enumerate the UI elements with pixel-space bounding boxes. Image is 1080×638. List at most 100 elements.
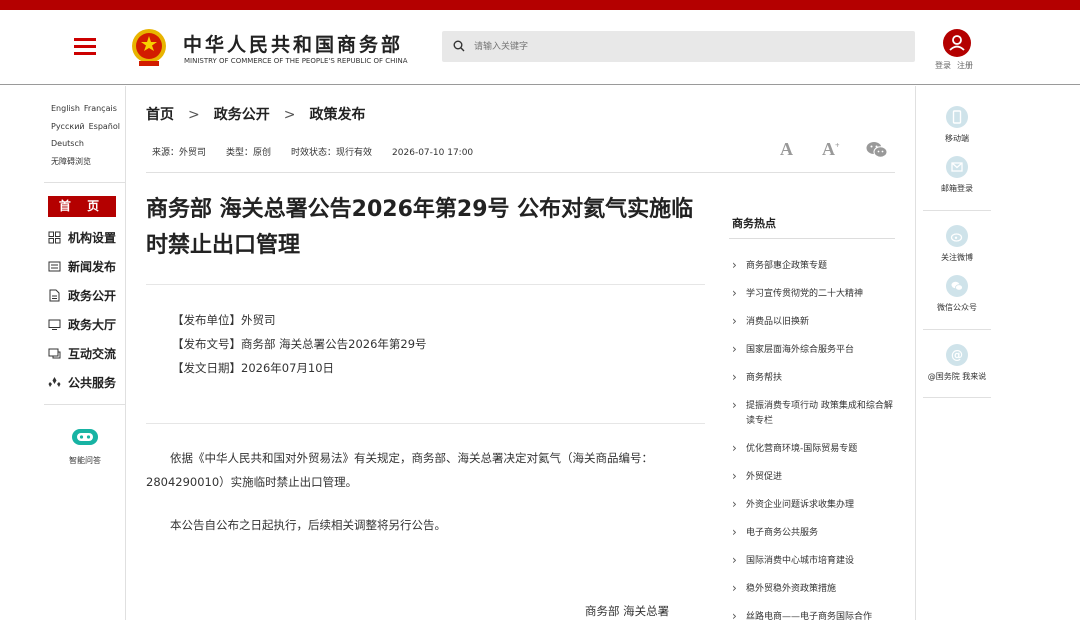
person-icon	[949, 35, 965, 51]
site-title[interactable]: 中华人民共和国商务部	[183, 30, 403, 57]
hot-topic-item[interactable]: 丝路电商——电子商务国际合作	[732, 609, 897, 625]
hot-topic-item[interactable]: 外资企业问题诉求收集办理	[732, 497, 897, 513]
divider	[923, 329, 991, 330]
breadcrumb-home[interactable]: 首页	[146, 107, 174, 123]
chevron-right-icon: >	[188, 107, 200, 123]
news-icon	[48, 261, 61, 272]
hot-topic-item[interactable]: 稳外贸稳外资政策措施	[732, 581, 897, 597]
divider	[146, 284, 705, 285]
lang-russian[interactable]: Русский	[51, 122, 85, 131]
nav-label: 政务大厅	[68, 318, 117, 332]
mail-label: 邮箱登录	[941, 184, 973, 193]
accessibility-link[interactable]: 无障碍浏览	[51, 157, 91, 166]
user-icon[interactable]	[943, 29, 971, 57]
login-link[interactable]: 登录	[935, 61, 951, 70]
publish-date: 【发文日期】2026年07月10日	[172, 361, 335, 375]
hot-topic-item[interactable]: 国家层面海外综合服务平台	[732, 342, 897, 358]
hot-topic-item[interactable]: 提振消费专项行动 政策集成和综合解读专栏	[732, 398, 897, 429]
font-decrease-icon[interactable]: A	[780, 139, 793, 160]
divider	[44, 404, 126, 405]
language-links: English Français Русский Español Deutsch 无…	[51, 100, 131, 170]
left-nav: English Français Русский Español Deutsch 无…	[44, 86, 126, 620]
lang-english[interactable]: English	[51, 104, 80, 113]
hot-topic-item[interactable]: 外贸促进	[732, 469, 897, 485]
article-paragraph: 本公告自公布之日起执行，后续相关调整将另行公告。	[170, 518, 446, 532]
user-links: 登录 注册	[935, 60, 979, 71]
state-council-label: @国务院 我来说	[927, 372, 987, 381]
weibo-link[interactable]: 关注微博	[923, 225, 991, 263]
search-bar	[442, 31, 915, 62]
right-sidebar: 移动端 邮箱登录 关注微博 微信公众号 @ @国务院 我来说	[915, 86, 1080, 620]
divider	[923, 210, 991, 211]
breadcrumb-affairs[interactable]: 政务公开	[214, 107, 270, 123]
menu-icon[interactable]	[74, 38, 96, 56]
weibo-label: 关注微博	[941, 253, 973, 262]
search-icon[interactable]	[453, 40, 465, 52]
svg-text:@: @	[951, 348, 963, 362]
state-council-link[interactable]: @ @国务院 我来说	[923, 344, 991, 382]
hot-topic-item[interactable]: 学习宣传贯彻党的二十大精神	[732, 286, 897, 302]
hot-topic-item[interactable]: 商务部惠企政策专题	[732, 258, 897, 274]
hot-topic-item[interactable]: 优化营商环境-国际贸易专题	[732, 441, 897, 457]
meta-source: 来源：外贸司	[152, 148, 207, 158]
hot-topic-item[interactable]: 商务帮扶	[732, 370, 897, 386]
divider	[146, 172, 895, 173]
wechat-share-icon[interactable]	[866, 141, 888, 159]
lang-german[interactable]: Deutsch	[51, 139, 84, 148]
assistant-label[interactable]: 智能问答	[44, 455, 126, 466]
chevron-right-icon: >	[283, 107, 296, 123]
at-icon: @	[946, 344, 968, 366]
breadcrumb: 首页 > 政务公开 > 政策发布	[146, 104, 365, 124]
article-signature: 商务部 海关总署	[585, 604, 670, 618]
divider	[729, 238, 895, 239]
chat-icon	[48, 348, 61, 359]
mobile-label: 移动端	[945, 134, 969, 143]
publish-unit: 【发布单位】外贸司	[172, 313, 276, 327]
article-meta: 来源：外贸司 类型：原创 时效状态：现行有效 2026-07-10 17:00	[152, 145, 493, 158]
hot-topics-title: 商务热点	[732, 217, 776, 230]
mail-icon	[946, 156, 968, 178]
mobile-link[interactable]: 移动端	[923, 106, 991, 144]
mail-link[interactable]: 邮箱登录	[923, 156, 991, 194]
nav-label: 机构设置	[68, 231, 117, 245]
wechat-label: 微信公众号	[937, 303, 977, 312]
services-icon	[48, 377, 61, 387]
publish-info: 【发布单位】外贸司 【发布文号】商务部 海关总署公告2026年第29号 【发文日…	[172, 308, 427, 380]
divider	[923, 397, 991, 398]
hot-topic-item[interactable]: 消费品以旧换新	[732, 314, 897, 330]
breadcrumb-policy[interactable]: 政策发布	[309, 107, 365, 123]
monitor-icon	[48, 319, 61, 330]
article-title: 商务部 海关总署公告2026年第29号 公布对氦气实施临时禁止出口管理	[146, 197, 694, 258]
wechat-icon	[946, 275, 968, 297]
meta-status: 时效状态：现行有效	[291, 148, 373, 158]
register-link[interactable]: 注册	[957, 61, 973, 70]
top-red-bar	[0, 0, 1080, 10]
nav-label: 公共服务	[68, 376, 117, 390]
divider	[44, 182, 126, 183]
lang-spanish[interactable]: Español	[89, 122, 120, 131]
wechat-link[interactable]: 微信公众号	[923, 275, 991, 313]
hot-topics-list: 商务部惠企政策专题 学习宣传贯彻党的二十大精神 消费品以旧换新 国家层面海外综合…	[732, 258, 897, 638]
site-header: 中华人民共和国商务部 MINISTRY OF COMMERCE OF THE P…	[0, 10, 1080, 85]
article-paragraph: 依据《中华人民共和国对外贸易法》有关规定，商务部、海关总署决定对氦气（海关商品编…	[146, 451, 653, 489]
divider	[146, 423, 705, 424]
meta-date: 2026-07-10 17:00	[392, 148, 474, 158]
nav-label: 互动交流	[68, 347, 117, 361]
hot-topic-item[interactable]: 电子商务公共服务	[732, 525, 897, 541]
grid-icon	[48, 231, 61, 244]
font-increase-icon[interactable]: A+	[822, 139, 840, 160]
meta-type: 类型：原创	[226, 148, 272, 158]
robot-icon[interactable]	[70, 426, 100, 448]
national-emblem-icon	[132, 29, 166, 66]
hot-topic-item[interactable]: 国际消费中心城市培育建设	[732, 553, 897, 569]
mobile-icon	[946, 106, 968, 128]
weibo-icon	[946, 225, 968, 247]
nav-label: 新闻发布	[68, 260, 117, 274]
document-icon	[49, 289, 60, 302]
publish-docno: 【发布文号】商务部 海关总署公告2026年第29号	[172, 337, 427, 351]
search-input[interactable]	[474, 37, 904, 57]
site-subtitle: MINISTRY OF COMMERCE OF THE PEOPLE'S REP…	[184, 57, 408, 65]
lang-french[interactable]: Français	[84, 104, 117, 113]
home-button[interactable]: 首 页	[48, 196, 116, 217]
nav-label: 政务公开	[68, 289, 117, 303]
